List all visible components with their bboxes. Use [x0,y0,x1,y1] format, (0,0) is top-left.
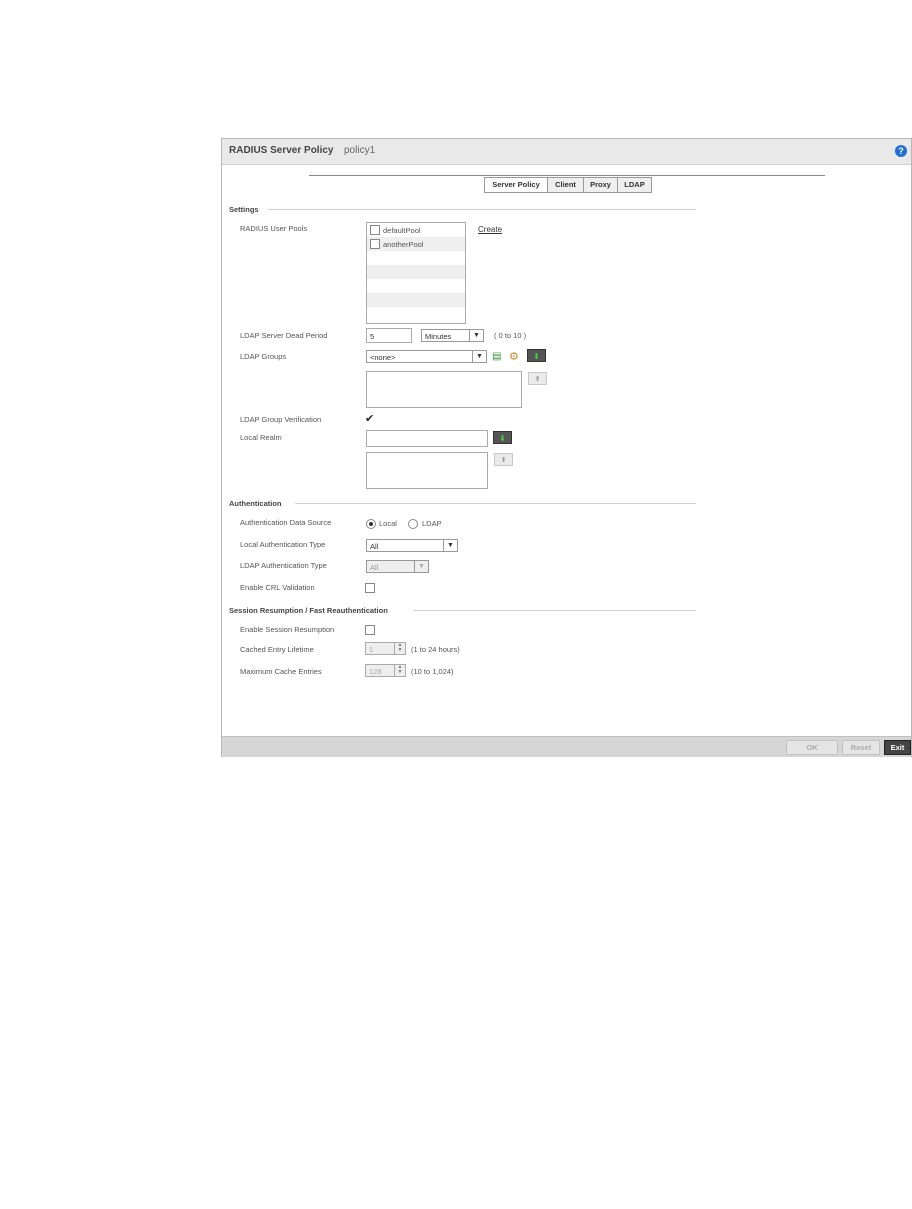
dead-period-label: LDAP Server Dead Period [240,331,328,340]
pool-checkbox[interactable] [370,239,380,249]
tab-ldap[interactable]: LDAP [617,177,652,193]
dead-period-input[interactable]: 5 [366,328,412,343]
unit-value: Minutes [425,332,452,341]
local-auth-type-select[interactable]: All ▼ [366,539,458,552]
panel-header: RADIUS Server Policy policy1 ? [222,139,911,165]
session-divider [413,610,696,611]
settings-divider [268,209,696,210]
help-icon[interactable]: ? [895,145,907,157]
ldap-groups-label: LDAP Groups [240,352,287,361]
user-pools-list: defaultPool anotherPool [366,222,466,324]
radius-server-policy-panel: RADIUS Server Policy policy1 ? Server Po… [221,138,912,757]
reset-button[interactable]: Reset [842,740,880,755]
stepper-arrows-icon[interactable]: ▲ ▼ [394,665,405,676]
lifetime-stepper[interactable]: 1 ▲ ▼ [365,642,406,655]
authentication-section-title: Authentication [229,499,282,508]
pool-name: anotherPool [383,240,424,249]
empty-row [367,265,465,279]
local-realm-input[interactable] [366,430,488,447]
user-pools-label: RADIUS User Pools [240,224,308,233]
pool-name: defaultPool [383,226,421,235]
local-radio[interactable] [366,519,376,529]
ldap-radio-label: LDAP [422,519,442,528]
ldap-groups-list [366,371,522,408]
ok-button[interactable]: OK [786,740,838,755]
ldap-auth-type-select[interactable]: All ▼ [366,560,429,573]
local-radio-label: Local [379,519,397,528]
list-item[interactable]: defaultPool [367,223,465,237]
tab-server-policy[interactable]: Server Policy [484,177,548,193]
create-group-icon[interactable]: ▤ [492,351,501,362]
dead-period-unit-select[interactable]: Minutes ▼ [421,329,484,342]
lifetime-range: (1 to 24 hours) [411,645,460,654]
add-group-button[interactable]: ⬇ [527,349,546,362]
data-source-label: Authentication Data Source [240,518,332,527]
ldap-auth-type-label: LDAP Authentication Type [240,561,327,570]
chevron-down-icon: ▼ [414,561,428,572]
tab-client[interactable]: Client [547,177,584,193]
ldap-radio[interactable] [408,519,418,529]
settings-section-title: Settings [229,205,259,214]
local-realm-list [366,452,488,489]
ldap-auth-type-value: All [370,563,379,572]
group-verification-label: LDAP Group Verification [240,415,322,424]
crl-label: Enable CRL Validation [240,583,315,592]
add-realm-button[interactable]: ⬇ [493,431,512,444]
tab-divider [309,175,825,176]
session-resumption-label: Enable Session Resumption [240,625,335,634]
local-auth-type-value: All [370,542,379,551]
local-auth-type-label: Local Authentication Type [240,540,326,549]
chevron-down-icon: ▼ [469,330,483,341]
max-entries-value: 128 [369,667,382,676]
chevron-down-icon: ▼ [443,540,457,551]
lifetime-label: Cached Entry Lifetime [240,645,314,654]
crl-checkbox[interactable] [365,583,375,593]
list-item[interactable]: anotherPool [367,237,465,251]
gear-icon[interactable]: ⚙ [509,350,519,363]
max-entries-range: (10 to 1,024) [411,667,454,676]
session-section-title: Session Resumption / Fast Reauthenticati… [229,606,388,615]
authentication-divider [295,503,696,504]
empty-row [367,293,465,307]
chevron-down-icon: ▼ [472,351,486,362]
remove-group-button[interactable]: ⬆ [528,372,547,385]
ldap-groups-value: <none> [370,353,396,362]
exit-button[interactable]: Exit [884,740,911,755]
ldap-groups-select[interactable]: <none> ▼ [366,350,487,363]
create-pool-link[interactable]: Create [478,225,502,234]
stepper-arrows-icon[interactable]: ▲ ▼ [394,643,405,654]
remove-realm-button[interactable]: ⬆ [494,453,513,466]
group-verification-checkbox[interactable]: ✔ [365,412,374,425]
page-title: RADIUS Server Policy [229,145,334,156]
footer-bar: OK Reset Exit [222,736,911,757]
max-entries-stepper[interactable]: 128 ▲ ▼ [365,664,406,677]
policy-name: policy1 [344,145,376,156]
tab-proxy[interactable]: Proxy [583,177,618,193]
max-entries-label: Maximum Cache Entries [240,667,322,676]
lifetime-value: 1 [369,645,374,654]
pool-checkbox[interactable] [370,225,380,235]
session-resumption-checkbox[interactable] [365,625,375,635]
dead-period-range: ( 0 to 10 ) [494,331,527,340]
local-realm-label: Local Realm [240,433,282,442]
